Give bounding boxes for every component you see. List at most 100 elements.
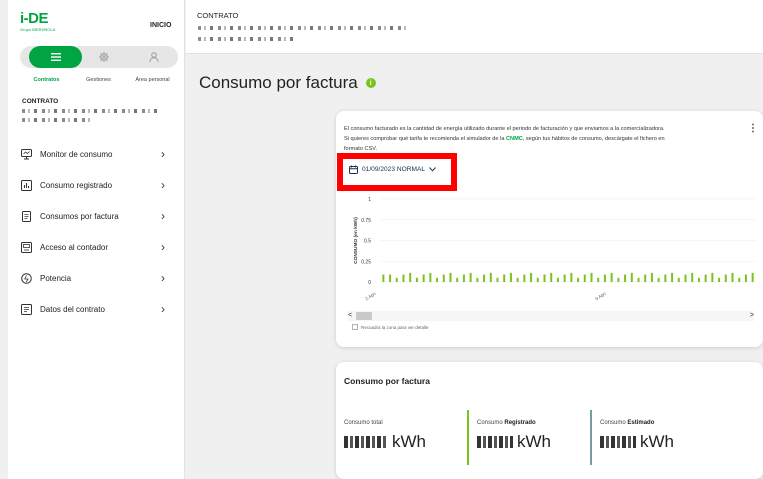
segment-label-gestiones[interactable]: Gestiones bbox=[72, 77, 125, 83]
meter-icon bbox=[21, 241, 32, 253]
sidebar-item-label: Datos del contrato bbox=[40, 304, 105, 314]
chart-bar bbox=[469, 272, 472, 282]
invoice-date-value: 01/09/2023 NORMAL bbox=[362, 166, 426, 173]
redacted-value bbox=[600, 436, 636, 448]
kpi-label: Consumo total bbox=[344, 420, 383, 426]
chart-bar bbox=[489, 272, 492, 282]
sidebar-item-consumos-por-factura[interactable]: Consumos por factura › bbox=[8, 203, 185, 229]
chart-bar bbox=[711, 272, 714, 282]
chart-bar bbox=[550, 272, 553, 282]
contract-header-label: CONTRATO bbox=[197, 11, 239, 20]
page-title-row: Consumo por factura i bbox=[199, 73, 376, 93]
redacted-contract-line-2 bbox=[22, 118, 92, 122]
select-area-icon bbox=[352, 324, 358, 330]
more-options-icon[interactable]: ⋮ bbox=[748, 124, 758, 134]
scroll-thumb[interactable] bbox=[356, 312, 372, 320]
y-tick-label: 1 bbox=[368, 197, 371, 203]
logo-text: i-DE bbox=[20, 10, 49, 27]
chart-bar bbox=[644, 274, 647, 282]
chart-bar bbox=[436, 277, 439, 282]
segment-label-contratos[interactable]: Contratos bbox=[20, 77, 73, 83]
kpi-unit: kWh bbox=[392, 432, 426, 451]
highlighted-date-selector: 01/09/2023 NORMAL bbox=[337, 153, 457, 191]
y-tick-label: 0.75 bbox=[361, 218, 371, 224]
chevron-right-icon: › bbox=[161, 209, 165, 223]
chart-bar bbox=[509, 272, 512, 282]
chart-bar bbox=[724, 274, 727, 282]
chart-bar bbox=[590, 272, 593, 282]
chart-bar bbox=[402, 274, 405, 282]
chart-bar bbox=[704, 274, 707, 282]
chevron-right-icon: › bbox=[161, 271, 165, 285]
chart-bar bbox=[503, 274, 506, 282]
invoice-date-dropdown[interactable]: 01/09/2023 NORMAL bbox=[349, 165, 436, 174]
description-line-2: Si quieres comprobar qué tarifa te recom… bbox=[344, 134, 744, 144]
segment-label-area-personal[interactable]: Área personal bbox=[126, 77, 179, 83]
sidebar-item-acceso-contador[interactable]: Acceso al contador › bbox=[8, 234, 185, 260]
chart-bar bbox=[610, 272, 613, 282]
chart-bar bbox=[603, 274, 606, 282]
kpi-estimado: Consumo Estimado kWh bbox=[600, 410, 710, 465]
chart-bar bbox=[617, 277, 620, 282]
kpi-value: kWh bbox=[600, 432, 710, 452]
cnmc-link[interactable]: CNMC bbox=[506, 136, 523, 142]
chart-bar bbox=[691, 272, 694, 282]
sidebar-item-datos-contrato[interactable]: Datos del contrato › bbox=[8, 296, 185, 322]
segment-gestiones[interactable] bbox=[77, 46, 130, 68]
kpi-registrado: Consumo Registrado kWh bbox=[477, 410, 587, 465]
chart-bar bbox=[577, 277, 580, 282]
sidebar-item-label: Consumo registrado bbox=[40, 180, 113, 190]
zoom-hint-text: Recuadra la zona para ver detalle bbox=[361, 324, 429, 330]
chart-bar bbox=[738, 277, 741, 282]
chart-bar bbox=[382, 274, 385, 282]
chart-bar bbox=[570, 272, 573, 282]
registered-accent-bar bbox=[467, 410, 469, 465]
chart-bar bbox=[697, 277, 700, 282]
consumption-summary-card: Consumo por factura Consumo total kWh Co… bbox=[336, 362, 763, 479]
consumption-chart[interactable]: 0 0.25 0.5 0.75 1 CONSUMO (en kWh) 2 Ago 9 Ago bbox=[336, 190, 763, 320]
calendar-icon bbox=[349, 165, 358, 174]
section-switcher bbox=[20, 46, 178, 68]
kpi-label: Consumo Estimado bbox=[600, 420, 655, 426]
segment-contratos[interactable] bbox=[29, 46, 82, 68]
chart-bar bbox=[409, 272, 412, 282]
redacted-address-line-2 bbox=[198, 37, 298, 41]
chevron-right-icon: › bbox=[161, 147, 165, 161]
chart-bar bbox=[731, 272, 734, 282]
description-text-b: , según tus hábitos de consumo, descárga… bbox=[522, 136, 665, 142]
info-icon[interactable]: i bbox=[365, 78, 376, 88]
ide-logo[interactable]: i-DE Grupo IBERDROLA bbox=[20, 11, 68, 35]
logo-subtext: Grupo IBERDROLA bbox=[20, 27, 56, 32]
kpi-label: Consumo Registrado bbox=[477, 420, 536, 426]
contract-header: CONTRATO bbox=[186, 0, 763, 54]
chart-bar bbox=[630, 272, 633, 282]
sidebar-item-consumo-registrado[interactable]: Consumo registrado › bbox=[8, 172, 185, 198]
chart-scrollbar[interactable]: < > bbox=[348, 311, 754, 321]
monitor-icon bbox=[21, 148, 32, 160]
chart-bar bbox=[597, 277, 600, 282]
chart-bar bbox=[657, 277, 660, 282]
list-icon bbox=[50, 53, 61, 61]
chart-bar bbox=[556, 277, 559, 282]
chart-bar bbox=[516, 277, 519, 282]
sidebar-item-label: Potencia bbox=[40, 273, 72, 283]
chart-bar bbox=[395, 277, 398, 282]
kpi-unit: kWh bbox=[517, 432, 551, 451]
scroll-left-icon[interactable]: < bbox=[348, 311, 352, 321]
estimated-accent-bar bbox=[590, 410, 592, 465]
segment-area-personal[interactable] bbox=[127, 46, 180, 68]
redacted-address-line-1 bbox=[198, 26, 408, 30]
chart-bar bbox=[684, 274, 687, 282]
chevron-down-icon bbox=[429, 167, 436, 172]
kpi-total: Consumo total kWh bbox=[344, 410, 464, 465]
scroll-right-icon[interactable]: > bbox=[750, 311, 754, 321]
chart-bar bbox=[483, 274, 486, 282]
sidebar-item-potencia[interactable]: Potencia › bbox=[8, 265, 185, 291]
inicio-link[interactable]: INICIO bbox=[150, 22, 171, 29]
chart-bar bbox=[449, 272, 452, 282]
redacted-value bbox=[477, 436, 513, 448]
sidebar-item-monitor-consumo[interactable]: Monitor de consumo › bbox=[8, 141, 185, 167]
sidebar-item-label: Monitor de consumo bbox=[40, 149, 113, 159]
redacted-value bbox=[344, 436, 388, 448]
segment-labels: Contratos Gestiones Área personal bbox=[20, 77, 178, 86]
